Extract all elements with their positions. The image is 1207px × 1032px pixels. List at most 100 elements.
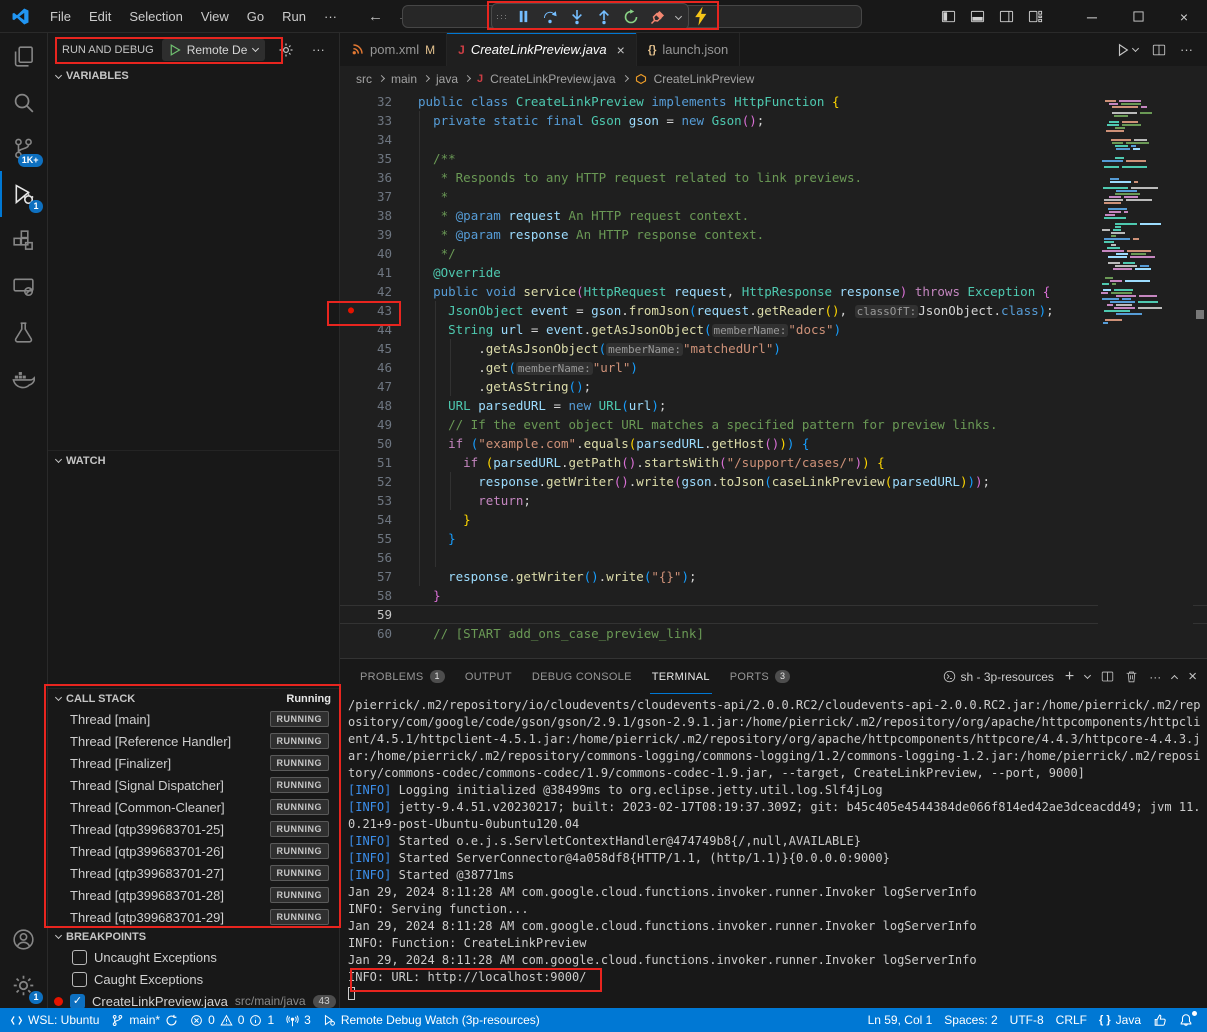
code-line[interactable]: 37 * bbox=[340, 187, 1207, 206]
problems-indicator[interactable]: 0 0 1 bbox=[184, 1008, 280, 1032]
line-number[interactable]: 59 bbox=[362, 605, 392, 624]
line-number[interactable]: 58 bbox=[362, 586, 392, 605]
menu-edit[interactable]: Edit bbox=[80, 5, 120, 28]
editor-scrollbar[interactable] bbox=[1193, 92, 1207, 658]
tab-createlinkpreview-java[interactable]: J CreateLinkPreview.java × bbox=[447, 33, 637, 66]
line-number[interactable]: 42 bbox=[362, 282, 392, 301]
code-line[interactable]: 51 if (parsedURL.getPath().startsWith("/… bbox=[340, 453, 1207, 472]
code-line[interactable]: 35 /** bbox=[340, 149, 1207, 168]
glyph-margin[interactable] bbox=[340, 548, 362, 567]
code-line[interactable]: 36 * Responds to any HTTP request relate… bbox=[340, 168, 1207, 187]
line-number[interactable]: 47 bbox=[362, 377, 392, 396]
remote-indicator[interactable]: WSL: Ubuntu bbox=[4, 1008, 105, 1032]
notifications-bell-icon[interactable] bbox=[1173, 1008, 1199, 1032]
code-line[interactable]: 60 // [START add_ons_case_preview_link] bbox=[340, 624, 1207, 643]
code-line[interactable]: 42 public void service(HttpRequest reque… bbox=[340, 282, 1207, 301]
glyph-margin[interactable] bbox=[340, 586, 362, 605]
code-line[interactable]: 59 bbox=[340, 605, 1207, 624]
line-number[interactable]: 50 bbox=[362, 434, 392, 453]
line-number[interactable]: 45 bbox=[362, 339, 392, 358]
glyph-margin[interactable] bbox=[340, 168, 362, 187]
line-number[interactable]: 35 bbox=[362, 149, 392, 168]
activity-testing[interactable] bbox=[0, 309, 48, 355]
glyph-margin[interactable] bbox=[340, 320, 362, 339]
call-stack-thread[interactable]: Thread [qtp399683701-26]RUNNING bbox=[48, 840, 339, 862]
tab-launch-json[interactable]: {} launch.json bbox=[637, 33, 740, 66]
split-editor-icon[interactable] bbox=[1152, 43, 1166, 57]
language-mode[interactable]: { }Java bbox=[1093, 1008, 1147, 1032]
code-editor[interactable]: 32public class CreateLinkPreview impleme… bbox=[340, 92, 1207, 658]
line-number[interactable]: 53 bbox=[362, 491, 392, 510]
kill-terminal-icon[interactable] bbox=[1125, 670, 1138, 683]
glyph-margin[interactable] bbox=[340, 377, 362, 396]
glyph-margin[interactable] bbox=[340, 111, 362, 130]
line-number[interactable]: 51 bbox=[362, 453, 392, 472]
breadcrumb-java[interactable]: java bbox=[436, 72, 458, 86]
menu-more[interactable]: ··· bbox=[315, 5, 346, 28]
line-number[interactable]: 46 bbox=[362, 358, 392, 377]
breakpoints-header[interactable]: BREAKPOINTS bbox=[48, 926, 339, 946]
breadcrumb-main[interactable]: main bbox=[391, 72, 417, 86]
glyph-margin[interactable] bbox=[340, 263, 362, 282]
line-number[interactable]: 60 bbox=[362, 624, 392, 643]
toggle-panel-icon[interactable] bbox=[970, 9, 985, 24]
variables-header[interactable]: VARIABLES bbox=[48, 66, 339, 86]
code-line[interactable]: 57 response.getWriter().write("{}"); bbox=[340, 567, 1207, 586]
new-terminal-icon[interactable]: + bbox=[1065, 668, 1074, 686]
call-stack-thread[interactable]: Thread [Reference Handler]RUNNING bbox=[48, 730, 339, 752]
activity-explorer[interactable] bbox=[0, 33, 48, 79]
checkbox-unchecked[interactable] bbox=[72, 972, 87, 987]
glyph-margin[interactable] bbox=[340, 149, 362, 168]
code-line[interactable]: 45 .getAsJsonObject(memberName:"matchedU… bbox=[340, 339, 1207, 358]
editor-more-actions-icon[interactable]: ··· bbox=[1180, 42, 1193, 57]
activity-extensions[interactable] bbox=[0, 217, 48, 263]
line-number[interactable]: 34 bbox=[362, 130, 392, 149]
configure-gear-icon[interactable] bbox=[275, 39, 297, 61]
tab-debug-console[interactable]: DEBUG CONSOLE bbox=[522, 659, 642, 694]
glyph-margin[interactable] bbox=[340, 605, 362, 624]
tab-output[interactable]: OUTPUT bbox=[455, 659, 522, 694]
call-stack-thread[interactable]: Thread [Finalizer]RUNNING bbox=[48, 752, 339, 774]
line-number[interactable]: 54 bbox=[362, 510, 392, 529]
activity-run-debug[interactable]: 1 bbox=[0, 171, 48, 217]
breakpoint-caught-exceptions[interactable]: Caught Exceptions bbox=[48, 968, 339, 990]
glyph-margin[interactable] bbox=[340, 225, 362, 244]
tab-problems[interactable]: PROBLEMS1 bbox=[350, 659, 455, 694]
glyph-margin[interactable] bbox=[340, 92, 362, 111]
code-line[interactable]: 38 * @param request An HTTP request cont… bbox=[340, 206, 1207, 225]
breadcrumb-class[interactable]: CreateLinkPreview bbox=[654, 72, 755, 86]
line-number[interactable]: 55 bbox=[362, 529, 392, 548]
checkbox-checked[interactable]: ✓ bbox=[70, 994, 85, 1009]
code-line[interactable]: 48 URL parsedURL = new URL(url); bbox=[340, 396, 1207, 415]
line-number[interactable]: 36 bbox=[362, 168, 392, 187]
git-branch-indicator[interactable]: main* bbox=[105, 1008, 184, 1032]
debug-session-indicator[interactable]: Remote Debug Watch (3p-resources) bbox=[317, 1008, 546, 1032]
glyph-margin[interactable] bbox=[340, 472, 362, 491]
terminal-output[interactable]: /pierrick/.m2/repository/io/cloudevents/… bbox=[340, 695, 1207, 1008]
glyph-margin[interactable] bbox=[340, 339, 362, 358]
activity-docker[interactable] bbox=[0, 355, 48, 401]
code-line[interactable]: 50 if ("example.com".equals(parsedURL.ge… bbox=[340, 434, 1207, 453]
code-line[interactable]: 32public class CreateLinkPreview impleme… bbox=[340, 92, 1207, 111]
code-line[interactable]: 58 } bbox=[340, 586, 1207, 605]
code-line[interactable]: ●43 JsonObject event = gson.fromJson(req… bbox=[340, 301, 1207, 320]
glyph-margin[interactable] bbox=[340, 130, 362, 149]
glyph-margin[interactable] bbox=[340, 244, 362, 263]
code-line[interactable]: 44 String url = event.getAsJsonObject(me… bbox=[340, 320, 1207, 339]
glyph-margin[interactable] bbox=[340, 453, 362, 472]
line-number[interactable]: 57 bbox=[362, 567, 392, 586]
feedback-icon[interactable] bbox=[1147, 1008, 1173, 1032]
tab-close-icon[interactable]: × bbox=[617, 42, 625, 58]
line-number[interactable]: 44 bbox=[362, 320, 392, 339]
menu-selection[interactable]: Selection bbox=[120, 5, 191, 28]
pause-icon[interactable] bbox=[510, 5, 536, 28]
code-line[interactable]: 49 // If the event object URL matches a … bbox=[340, 415, 1207, 434]
disconnect-icon[interactable] bbox=[645, 5, 671, 28]
activity-remote-explorer[interactable] bbox=[0, 263, 48, 309]
menu-run[interactable]: Run bbox=[273, 5, 315, 28]
code-line[interactable]: 54 } bbox=[340, 510, 1207, 529]
tab-pom-xml[interactable]: pom.xml M bbox=[340, 33, 447, 66]
call-stack-header[interactable]: CALL STACKRunning bbox=[48, 688, 339, 708]
call-stack-thread[interactable]: Thread [qtp399683701-29]RUNNING bbox=[48, 906, 339, 928]
line-number[interactable]: 40 bbox=[362, 244, 392, 263]
